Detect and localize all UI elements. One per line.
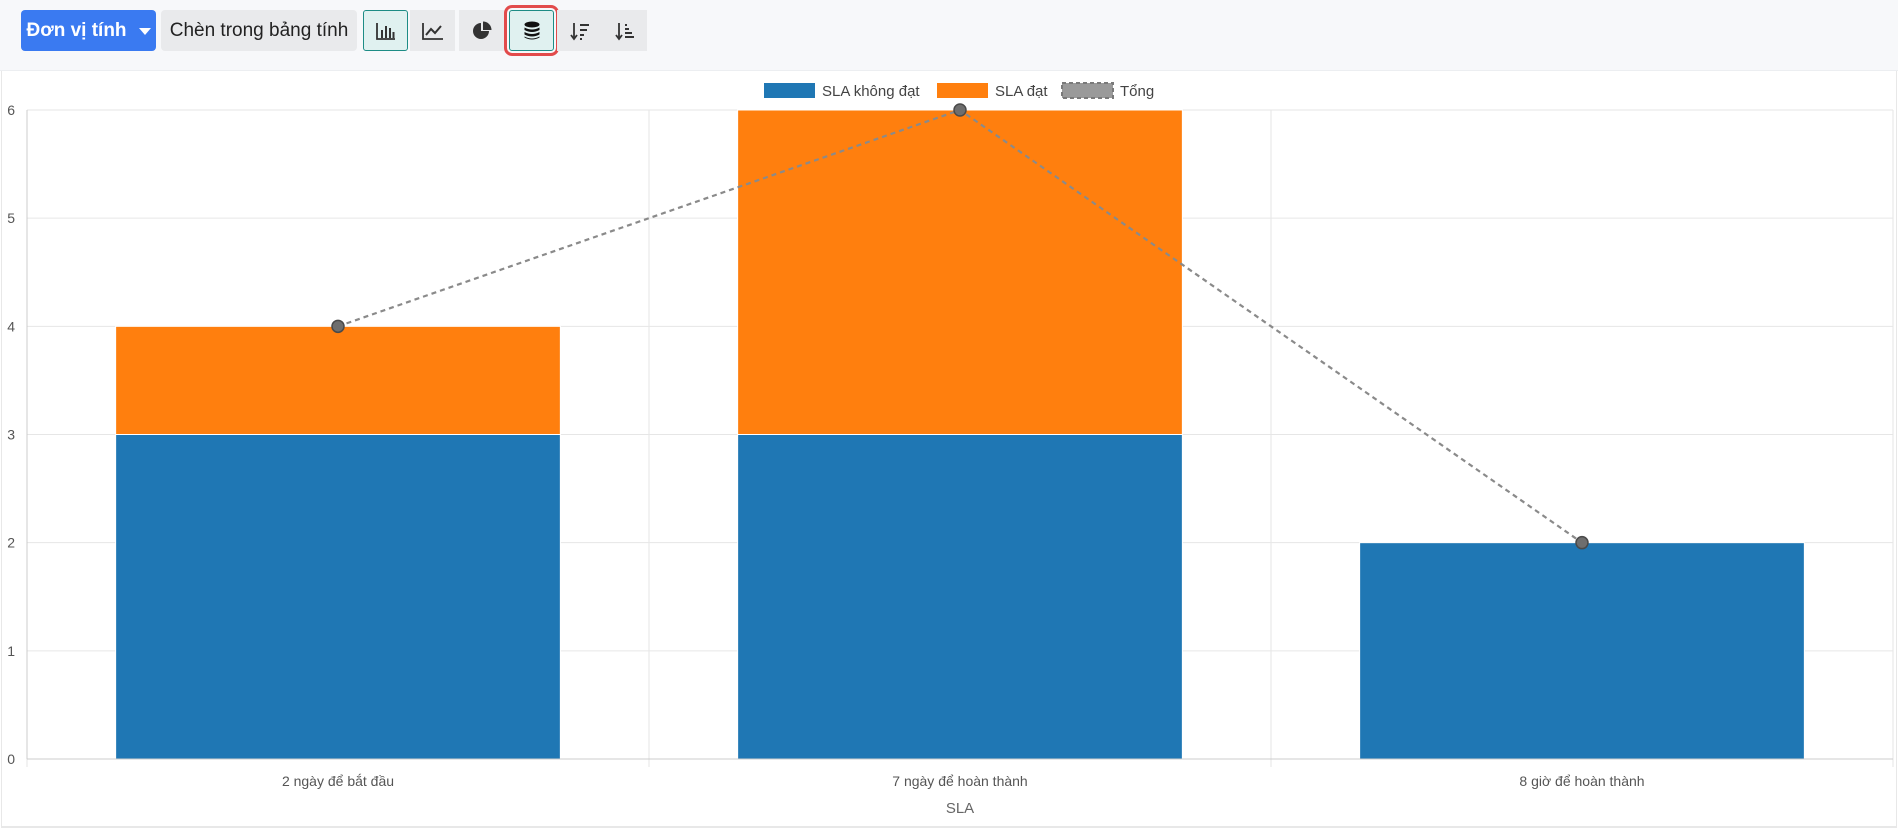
sort-ascending-button[interactable] xyxy=(602,10,647,51)
stacked-toggle-button[interactable] xyxy=(504,5,559,56)
bar-segment xyxy=(115,325,561,435)
x-tick-label: 8 giờ để hoàn thành xyxy=(1519,773,1644,789)
bar-segment xyxy=(1359,542,1805,760)
legend-swatch xyxy=(764,83,815,98)
line-chart-icon xyxy=(421,22,443,40)
bar-segment xyxy=(737,109,1183,435)
caret-down-icon xyxy=(138,28,151,35)
legend-swatch xyxy=(1061,82,1114,99)
sort-descending-button[interactable] xyxy=(557,10,602,51)
y-tick-label: 4 xyxy=(7,318,15,334)
y-tick-label: 2 xyxy=(7,535,15,551)
y-tick-label: 3 xyxy=(7,427,15,443)
total-point xyxy=(1575,535,1589,550)
x-tick-label: 2 ngày để bắt đầu xyxy=(282,773,394,789)
total-point xyxy=(953,103,967,117)
sort-ascending-icon xyxy=(614,22,634,40)
pie-chart-icon xyxy=(472,21,491,39)
pie-chart-button[interactable] xyxy=(459,10,504,51)
bar-chart-icon xyxy=(375,22,395,40)
stacked-bar-chart: 0 1 2 3 4 5 6 2 ngày để bắt đầu 7 ngày để hoàn t… xyxy=(7,82,1894,817)
bar-segment xyxy=(115,434,561,760)
line-chart-button[interactable] xyxy=(410,10,455,51)
measure-dropdown-label: Đơn vị tính xyxy=(26,19,127,41)
insert-in-spreadsheet-label: Chèn trong bảng tính xyxy=(169,19,349,41)
legend-swatch xyxy=(937,83,988,98)
x-axis-title: SLA xyxy=(946,800,974,817)
x-tick-label: 7 ngày để hoàn thành xyxy=(892,773,1027,789)
y-tick-label: 5 xyxy=(7,210,15,226)
y-tick-label: 1 xyxy=(7,643,15,659)
y-tick-label: 0 xyxy=(7,751,15,767)
legend-label: Tổng xyxy=(1120,83,1154,100)
chart-toolbar: Đơn vị tính Chèn trong bảng tính xyxy=(0,0,1898,71)
legend-label: SLA không đạt xyxy=(822,83,920,100)
measure-dropdown-button[interactable]: Đơn vị tính xyxy=(21,10,156,51)
insert-in-spreadsheet-button[interactable]: Chèn trong bảng tính xyxy=(161,10,357,51)
stacked-icon xyxy=(524,21,539,39)
bar-chart-button[interactable] xyxy=(363,10,408,51)
sort-descending-icon xyxy=(569,22,589,40)
legend-label: SLA đạt xyxy=(995,83,1048,100)
bar-segment xyxy=(737,434,1183,760)
y-tick-label: 6 xyxy=(7,102,15,118)
total-point xyxy=(331,319,345,334)
chart-panel: 0 1 2 3 4 5 6 2 ngày để bắt đầu 7 ngày để hoàn t… xyxy=(1,71,1897,828)
